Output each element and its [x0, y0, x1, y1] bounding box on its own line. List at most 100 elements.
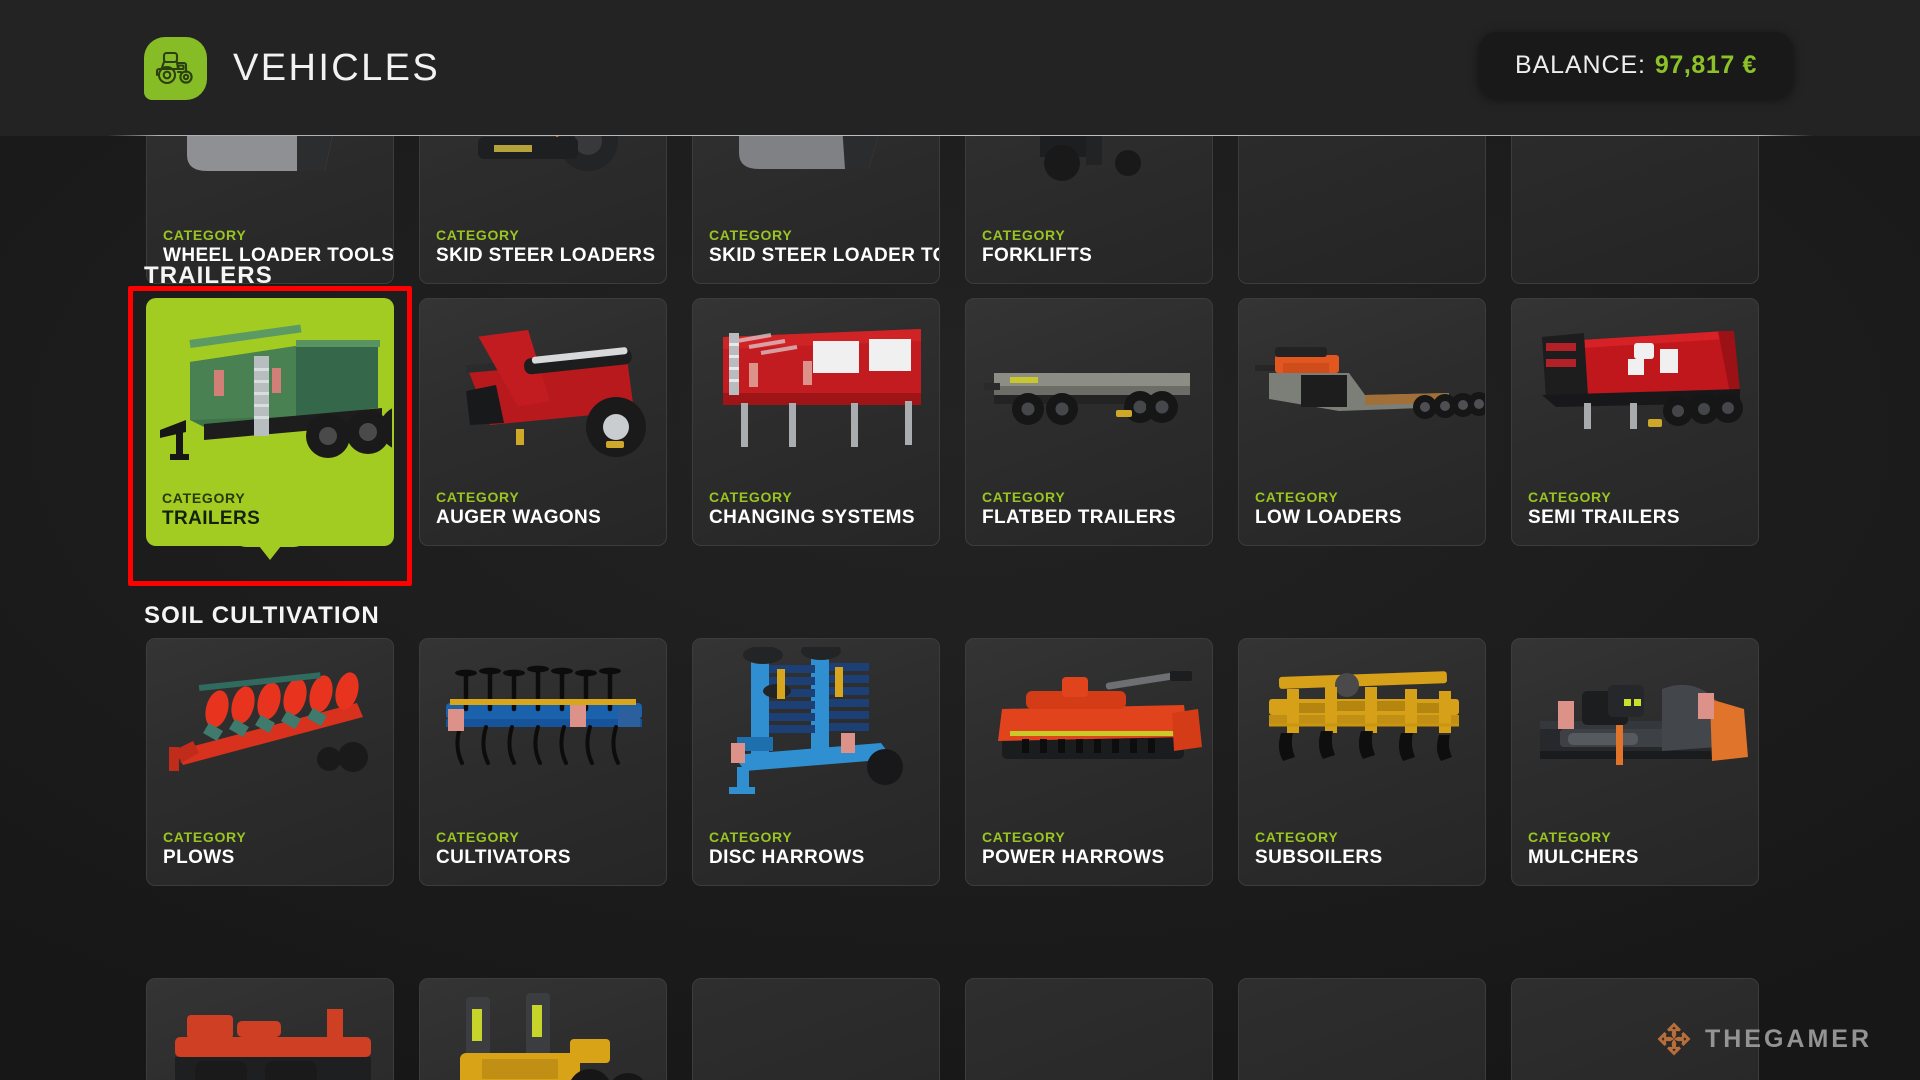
page-title: VEHICLES [233, 46, 441, 89]
category-card[interactable]: CATEGORY CULTIVATORS [419, 638, 667, 886]
card-artwork [693, 647, 939, 797]
header-divider [107, 135, 1813, 136]
card-category-kicker: CATEGORY [709, 828, 793, 845]
card-label-group: CATEGORY POWER HARROWS [982, 829, 1165, 871]
card-label-group: CATEGORY AUGER WAGONS [436, 489, 601, 531]
card-category-name: CHANGING SYSTEMS [709, 507, 915, 529]
card-category-kicker: CATEGORY [982, 828, 1066, 845]
category-card[interactable]: CATEGORY PLOWS [146, 638, 394, 886]
card-category-kicker: CATEGORY [709, 226, 793, 243]
card-category-kicker: CATEGORY [1255, 488, 1339, 505]
vehicle-thumbnail [966, 307, 1212, 457]
category-card[interactable]: CATEGORY MULCHERS [1511, 638, 1759, 886]
category-card[interactable] [419, 978, 667, 1080]
category-scroll-area[interactable]: CATEGORY WHEEL LOADER TOOLS CATEGORY SKID … [0, 36, 1920, 1080]
card-category-kicker: CATEGORY [163, 226, 247, 243]
card-category-name: CULTIVATORS [436, 847, 571, 869]
card-artwork [420, 987, 666, 1080]
card-label-group: CATEGORY SEMI TRAILERS [1528, 489, 1680, 531]
card-label-group: CATEGORY PLOWS [163, 829, 246, 871]
category-card[interactable]: CATEGORY DISC HARROWS [692, 638, 940, 886]
section-title-trailers: TRAILERS [144, 262, 273, 289]
card-label-group: CATEGORY MULCHERS [1528, 829, 1639, 871]
card-category-name: TRAILERS [162, 508, 261, 530]
card-category-kicker: CATEGORY [1255, 828, 1339, 845]
vehicle-thumbnail [147, 647, 393, 797]
vehicle-thumbnail [966, 647, 1212, 797]
card-label-group: CATEGORY FLATBED TRAILERS [982, 489, 1176, 531]
vehicle-thumbnail [147, 987, 393, 1080]
card-artwork [147, 647, 393, 797]
card-label-group: CATEGORY SKID STEER LOADER TO… [709, 226, 939, 269]
card-category-name: SKID STEER LOADERS [436, 245, 656, 267]
card-category-kicker: CATEGORY [436, 226, 520, 243]
card-label-group: CATEGORY SUBSOILERS [1255, 829, 1383, 871]
card-category-name: FLATBED TRAILERS [982, 507, 1176, 529]
card-label-group: CATEGORY LOW LOADERS [1255, 489, 1402, 531]
category-card[interactable]: CATEGORY TRAILERS [146, 298, 394, 560]
balance-label: BALANCE: [1515, 50, 1646, 79]
card-category-kicker: CATEGORY [163, 828, 247, 845]
card-artwork [1512, 307, 1758, 457]
card-category-name: PLOWS [163, 847, 235, 869]
vehicle-thumbnail [1512, 307, 1758, 457]
vehicle-thumbnail [146, 312, 392, 462]
thegamer-logo-icon [1657, 1022, 1691, 1056]
vehicle-thumbnail [420, 987, 666, 1080]
category-card[interactable]: CATEGORY LOW LOADERS [1238, 298, 1486, 546]
card-category-kicker: CATEGORY [709, 488, 793, 505]
card-category-name: AUGER WAGONS [436, 507, 602, 529]
card-artwork [1512, 647, 1758, 797]
category-card[interactable]: CATEGORY SUBSOILERS [1238, 638, 1486, 886]
category-card-empty [1238, 978, 1486, 1080]
category-card[interactable]: CATEGORY CHANGING SYSTEMS [692, 298, 940, 546]
card-category-name: POWER HARROWS [982, 847, 1165, 869]
card-label-group: CATEGORY SKID STEER LOADERS [436, 227, 655, 269]
card-category-name: SEMI TRAILERS [1528, 507, 1680, 529]
card-category-name: SUBSOILERS [1255, 847, 1383, 869]
thegamer-watermark: THEGAMER [1657, 1022, 1872, 1056]
card-label-group: CATEGORY CULTIVATORS [436, 829, 571, 871]
card-category-kicker: CATEGORY [436, 828, 520, 845]
card-artwork [966, 307, 1212, 457]
category-card[interactable]: CATEGORY POWER HARROWS [965, 638, 1213, 886]
card-category-name: SKID STEER LOADER TO… [709, 245, 939, 267]
vehicle-thumbnail [693, 647, 939, 797]
card-category-kicker: CATEGORY [1528, 488, 1612, 505]
selected-card-notch [230, 531, 310, 547]
card-category-name: FORKLIFTS [982, 245, 1093, 267]
watermark-text: THEGAMER [1704, 1024, 1872, 1053]
vehicle-thumbnail [420, 307, 666, 457]
vehicle-thumbnail [1239, 307, 1485, 457]
card-artwork [146, 312, 392, 462]
card-category-name: DISC HARROWS [709, 847, 865, 869]
card-category-name: LOW LOADERS [1255, 507, 1402, 529]
card-label-group: CATEGORY TRAILERS [162, 490, 260, 532]
card-label-group: CATEGORY CHANGING SYSTEMS [709, 489, 915, 531]
balance-value: 97,817 € [1654, 50, 1757, 79]
category-card-empty [692, 978, 940, 1080]
card-category-kicker: CATEGORY [162, 489, 246, 506]
card-artwork [420, 307, 666, 457]
card-label-group: CATEGORY DISC HARROWS [709, 829, 865, 871]
category-row-bottom-partial [146, 978, 1759, 1080]
vehicle-shop-screen: CATEGORY WHEEL LOADER TOOLS CATEGORY SKID … [0, 0, 1920, 1080]
card-artwork [420, 647, 666, 797]
card-category-kicker: CATEGORY [436, 488, 520, 505]
category-card[interactable]: CATEGORY FLATBED TRAILERS [965, 298, 1213, 546]
card-label-group: CATEGORY FORKLIFTS [982, 227, 1092, 269]
category-card[interactable] [146, 978, 394, 1080]
card-artwork [1239, 647, 1485, 797]
tractor-icon [144, 36, 207, 100]
category-row-trailers: CATEGORY TRAILERS CATEGORY AUGER WAGONS [146, 298, 1759, 560]
category-row-soil-cultivation: CATEGORY PLOWS CATEGORY CULTIVATORS CATE… [146, 638, 1759, 886]
header-left-group: VEHICLES [144, 36, 441, 100]
category-card[interactable]: CATEGORY SEMI TRAILERS [1511, 298, 1759, 546]
card-artwork [966, 647, 1212, 797]
vehicle-thumbnail [1239, 647, 1485, 797]
vehicle-thumbnail [1512, 647, 1758, 797]
section-title-soil-cultivation: SOIL CULTIVATION [144, 602, 380, 629]
card-artwork [693, 307, 939, 457]
category-card-empty [965, 978, 1213, 1080]
category-card[interactable]: CATEGORY AUGER WAGONS [419, 298, 667, 546]
